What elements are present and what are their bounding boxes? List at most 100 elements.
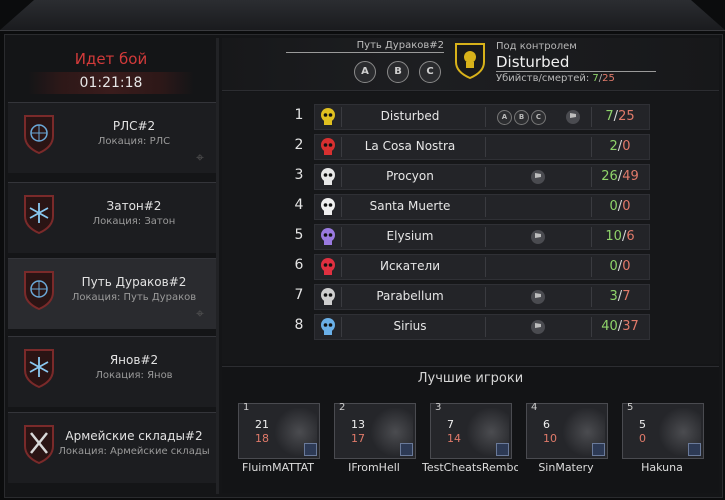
kill-death-value: 26/49	[601, 169, 639, 184]
battle-status: Идет бой 01:21:18	[6, 38, 216, 100]
player-name[interactable]: Hakuna	[614, 461, 710, 474]
kill-death-value: 10/6	[605, 229, 635, 244]
flag-icon	[531, 170, 545, 184]
location-subtitle: Локация: Затон	[92, 216, 176, 227]
player-deaths: 0	[639, 432, 646, 445]
kill-death-value: 0/0	[609, 259, 631, 274]
locations-panel: Идет бой 01:21:18 РЛС#2 Локация: РЛС ⌖ З…	[6, 38, 216, 494]
crosshair-icon: ⌖	[196, 306, 204, 322]
standing-rank: 6	[294, 257, 304, 273]
deaths-value: 49	[622, 169, 639, 184]
player-name[interactable]: IFromHell	[326, 461, 422, 474]
kills-value: 0	[609, 199, 618, 214]
standing-row[interactable]: La Cosa Nostra 2/0	[314, 134, 650, 160]
player-kills: 7	[447, 418, 454, 431]
flag-icon	[531, 320, 545, 334]
rank-badge-icon	[592, 443, 605, 456]
point-b-badge: B	[514, 110, 529, 125]
point-a-badge: A	[497, 110, 512, 125]
deaths-value: 0	[622, 139, 631, 154]
silver-wings-icon	[321, 288, 335, 305]
player-deaths: 14	[447, 432, 461, 445]
flag-icon	[531, 230, 545, 244]
player-name[interactable]: TestCheatsRembov	[422, 461, 518, 474]
rank-badge-icon	[304, 443, 317, 456]
kill-death-value: 3/7	[609, 289, 631, 304]
best-players-panel: Лучшие игроки 1 21 18 FluimMATTAT 2 13 17 IFrom…	[222, 366, 719, 493]
location-subtitle: Локация: Армейские склады	[58, 446, 210, 457]
standing-row[interactable]: Disturbed 7/25 A B C	[314, 104, 650, 130]
standing-row[interactable]: Elysium 10/6	[314, 224, 650, 250]
player-rank: 3	[435, 402, 442, 413]
white-skull-icon	[321, 198, 335, 215]
player-kills: 13	[351, 418, 365, 431]
point-b-badge: B	[387, 61, 409, 83]
player-deaths: 17	[351, 432, 365, 445]
clan-name: Искатели	[379, 259, 441, 273]
panel-divider	[216, 38, 219, 494]
window-titlebar	[0, 0, 725, 31]
rank-badge-icon	[496, 443, 509, 456]
clan-name: Sirius	[393, 319, 427, 333]
yellow-skull-icon	[321, 108, 335, 125]
kill-death-summary: Убийств/смертей: 7/25	[496, 73, 615, 84]
best-player-card[interactable]: 2 13 17	[334, 402, 416, 459]
deaths-value: 7	[622, 289, 631, 304]
location-subtitle: Локация: Путь Дураков	[71, 292, 197, 303]
player-rank: 4	[531, 402, 538, 413]
best-player-card[interactable]: 550	[622, 402, 704, 459]
kill-death-value: 0/0	[609, 199, 631, 214]
player-name[interactable]: FluimMATTAT	[230, 461, 326, 474]
standing-rank: 2	[294, 137, 304, 153]
kill-death-value: 40/37	[601, 319, 639, 334]
location-name: РЛС#2	[112, 119, 156, 133]
player-rank: 5	[627, 402, 634, 413]
location-item-zaton[interactable]: Затон#2 Локация: Затон	[8, 182, 216, 253]
kills-value: 40	[601, 319, 618, 334]
kills-value: 26	[601, 169, 618, 184]
location-item-put-durakov[interactable]: Путь Дураков#2 Локация: Путь Дураков ⌖	[8, 258, 216, 329]
location-subtitle: Локация: РЛС	[97, 136, 171, 147]
standing-row[interactable]: Santa Muerte 0/0	[314, 194, 650, 220]
current-location-name: Путь Дураков#2	[286, 40, 444, 53]
standing-row[interactable]: Parabellum 3/7	[314, 284, 650, 310]
clan-name: Elysium	[386, 229, 434, 243]
player-name[interactable]: SinMatery	[518, 461, 614, 474]
location-name: Путь Дураков#2	[81, 275, 187, 289]
rank-badge-icon	[688, 443, 701, 456]
standing-row[interactable]: Искатели 0/0	[314, 254, 650, 280]
battle-status-text: Идет бой	[74, 50, 148, 68]
deaths-value: 6	[626, 229, 635, 244]
point-a-badge: A	[354, 61, 376, 83]
deaths-value: 25	[618, 109, 635, 124]
player-deaths: 10	[543, 432, 557, 445]
clan-name: Parabellum	[376, 289, 444, 303]
best-player-card[interactable]: 1 21 18	[238, 402, 320, 459]
location-item-rls[interactable]: РЛС#2 Локация: РЛС ⌖	[8, 102, 216, 173]
kills-value: 7	[592, 73, 599, 84]
red-star-icon	[321, 258, 335, 275]
snowflake-emblem-icon	[24, 349, 54, 389]
kill-death-value: 2/0	[609, 139, 631, 154]
white-wing-icon	[321, 168, 335, 185]
kills-value: 0	[609, 259, 618, 274]
clan-name: Santa Muerte	[369, 199, 451, 213]
clan-name: Disturbed	[380, 109, 440, 123]
standing-row[interactable]: Procyon 26/49	[314, 164, 650, 190]
controlling-clan: Disturbed	[496, 53, 656, 72]
standing-rank: 8	[294, 317, 304, 333]
kills-value: 7	[605, 109, 614, 124]
best-player-card[interactable]: 3 7 14	[430, 402, 512, 459]
standing-row[interactable]: Sirius 40/37	[314, 314, 650, 340]
location-item-yanov[interactable]: Янов#2 Локация: Янов	[8, 336, 216, 407]
location-item-army-warehouses[interactable]: Армейские склады#2 Локация: Армейские ск…	[8, 412, 216, 483]
player-kills: 21	[255, 418, 269, 431]
location-name: Армейские склады#2	[65, 429, 203, 443]
player-deaths: 18	[255, 432, 269, 445]
flag-icon	[566, 110, 580, 124]
clan-name: Procyon	[386, 169, 434, 183]
standing-rank: 1	[294, 107, 304, 123]
best-player-card[interactable]: 4 6 10	[526, 402, 608, 459]
blue-snowflake-icon	[321, 318, 335, 335]
location-header: Путь Дураков#2 A B C Под контролем Distu…	[222, 38, 719, 91]
